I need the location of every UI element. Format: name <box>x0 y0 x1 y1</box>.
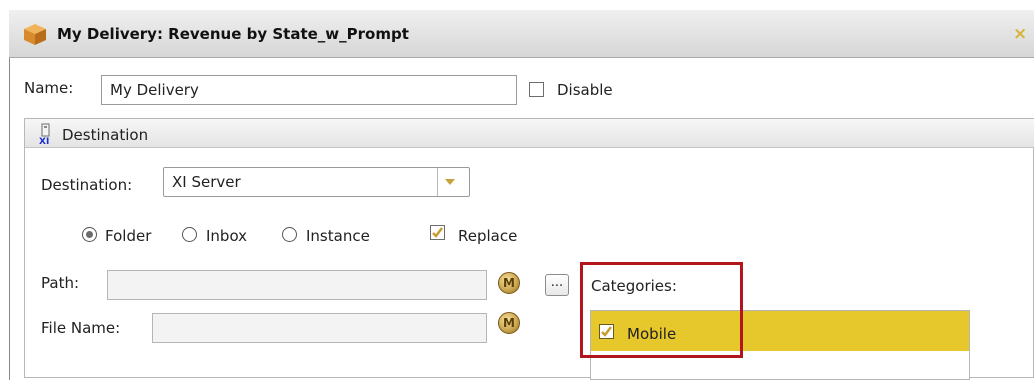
radio-inbox[interactable] <box>182 227 197 242</box>
path-input[interactable] <box>107 270 487 300</box>
destination-label: Destination: <box>41 176 133 194</box>
radio-folder[interactable] <box>82 227 97 242</box>
radio-instance-label: Instance <box>306 227 370 245</box>
disable-checkbox[interactable] <box>529 82 544 97</box>
replace-label: Replace <box>458 227 518 245</box>
name-input[interactable]: My Delivery <box>101 75 517 105</box>
radio-folder-label: Folder <box>105 227 152 245</box>
disable-label: Disable <box>557 81 613 99</box>
browse-button[interactable]: ... <box>545 274 569 296</box>
xi-server-icon: XI <box>39 123 50 145</box>
destination-group-header[interactable] <box>25 119 1034 148</box>
checkmark-icon <box>432 227 443 238</box>
destination-select-value: XI Server <box>172 173 241 191</box>
delivery-box-icon <box>24 24 46 45</box>
destination-select[interactable]: XI Server <box>163 167 470 197</box>
highlight-callout <box>580 262 743 358</box>
radio-instance[interactable] <box>282 227 297 242</box>
name-label: Name: <box>24 79 74 97</box>
radio-inbox-label: Inbox <box>206 227 248 245</box>
filename-label: File Name: <box>41 319 121 337</box>
filename-m-button[interactable]: M <box>498 312 520 334</box>
select-divider <box>437 168 438 196</box>
svg-text:XI: XI <box>39 137 49 145</box>
chevron-down-icon[interactable] <box>444 178 456 186</box>
filename-input[interactable] <box>152 313 487 343</box>
dialog-title: My Delivery: Revenue by State_w_Prompt <box>57 25 409 43</box>
path-label: Path: <box>41 274 80 292</box>
replace-checkbox[interactable] <box>430 225 445 240</box>
destination-group-title: Destination <box>62 126 149 144</box>
close-icon[interactable]: × <box>1013 24 1027 44</box>
path-m-button[interactable]: M <box>498 272 520 294</box>
